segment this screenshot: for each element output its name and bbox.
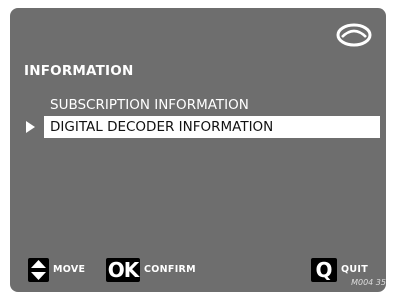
info-menu: SUBSCRIPTION INFORMATION DIGITAL DECODER… <box>10 94 386 138</box>
menu-item-digital-decoder-information[interactable]: DIGITAL DECODER INFORMATION <box>44 116 380 138</box>
move-label: MOVE <box>53 264 86 275</box>
menu-item-label: DIGITAL DECODER INFORMATION <box>50 119 274 135</box>
up-down-arrows-icon <box>28 258 49 282</box>
ok-key-icon: OK <box>106 258 140 282</box>
menu-item-label: SUBSCRIPTION INFORMATION <box>50 97 249 113</box>
q-key-icon: Q <box>311 258 337 282</box>
selection-pointer-icon <box>26 121 35 133</box>
screen-code: M004 35 <box>351 278 386 287</box>
page-title: INFORMATION <box>24 63 134 79</box>
menu-item-subscription-information[interactable]: SUBSCRIPTION INFORMATION <box>10 94 386 116</box>
tv-menu-screen: INFORMATION SUBSCRIPTION INFORMATION DIG… <box>10 8 386 292</box>
key-legend: MOVE OK CONFIRM Q QUIT <box>10 258 386 284</box>
quit-label: QUIT <box>341 264 369 275</box>
decoder-ring-logo-icon <box>336 23 372 47</box>
confirm-label: CONFIRM <box>144 264 196 275</box>
